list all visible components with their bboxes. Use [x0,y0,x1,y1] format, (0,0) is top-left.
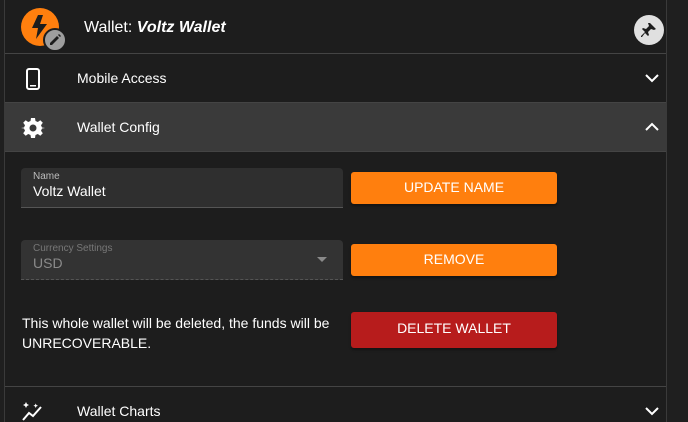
section-label: Mobile Access [77,70,167,86]
section-label: Wallet Config [77,119,160,135]
section-label: Wallet Charts [77,403,161,419]
pin-button[interactable] [634,15,664,45]
edit-avatar-button[interactable] [43,28,67,52]
currency-field-label: Currency Settings [33,243,113,254]
wallet-title: Wallet: Voltz Wallet [84,19,226,37]
chevron-down-icon [645,407,659,416]
wallet-name: Voltz Wallet [136,19,226,36]
smartphone-icon [26,68,40,90]
section-wallet-charts[interactable]: Wallet Charts [5,386,666,422]
section-wallet-config[interactable]: Wallet Config [5,103,666,152]
remove-button[interactable]: REMOVE [351,244,557,276]
chevron-up-icon [645,122,659,131]
chart-sparkle-icon [22,402,42,421]
gear-icon [21,118,45,138]
wallet-header: Wallet: Voltz Wallet [5,0,666,54]
wallet-name-field[interactable]: Name Voltz Wallet [21,168,343,208]
pencil-icon [50,34,61,45]
name-field-label: Name [33,171,60,182]
name-field-value[interactable]: Voltz Wallet [33,183,106,199]
update-name-button[interactable]: UPDATE NAME [351,172,557,204]
dropdown-arrow-icon [317,257,327,262]
pin-icon [641,23,656,37]
section-mobile-access[interactable]: Mobile Access [5,54,666,103]
wallet-card: Wallet: Voltz Wallet Mobile Access Walle… [4,0,667,422]
delete-wallet-button[interactable]: DELETE WALLET [351,312,557,348]
delete-warning-text: This whole wallet will be deleted, the f… [22,315,330,351]
title-prefix: Wallet: [84,19,133,36]
currency-select: Currency Settings USD [21,240,343,280]
currency-field-value: USD [33,255,63,271]
chevron-down-icon [645,74,659,83]
